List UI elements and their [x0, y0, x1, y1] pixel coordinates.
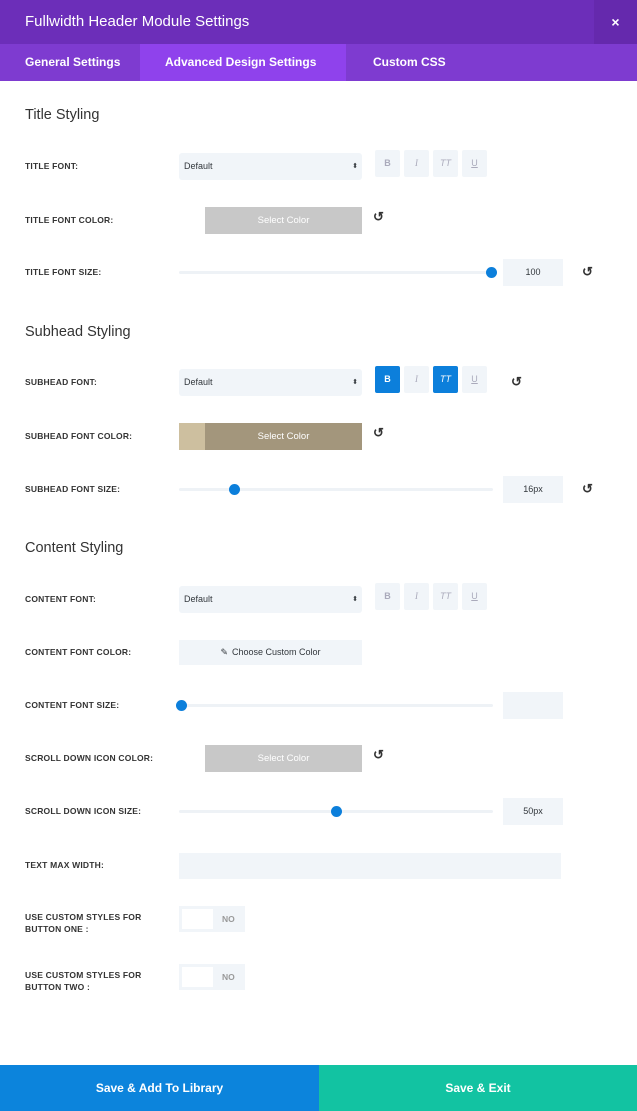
select-value: Default: [184, 586, 362, 613]
underline-toggle-button[interactable]: U: [462, 583, 487, 610]
subhead-size-label: SUBHEAD FONT SIZE:: [25, 483, 120, 495]
reset-icon[interactable]: ↺: [511, 374, 522, 390]
content-size-slider[interactable]: [179, 704, 493, 707]
modal-header: Fullwidth Header Module Settings ×: [0, 0, 637, 44]
button-two-custom-styles-toggle[interactable]: NO: [179, 964, 245, 990]
save-exit-button[interactable]: Save & Exit: [319, 1065, 637, 1111]
title-size-input[interactable]: 100: [503, 259, 563, 286]
tab-custom-css[interactable]: Custom CSS: [348, 44, 471, 81]
choose-custom-color-label: Choose Custom Color: [232, 647, 321, 657]
button-two-label: USE CUSTOM STYLES FOR BUTTON TWO :: [25, 969, 155, 993]
title-color-label: TITLE FONT COLOR:: [25, 214, 113, 226]
subhead-font-label: SUBHEAD FONT:: [25, 376, 97, 388]
section-subhead-styling: Subhead Styling: [25, 324, 131, 340]
title-size-slider[interactable]: [179, 271, 493, 274]
reset-icon[interactable]: ↺: [373, 425, 384, 441]
select-arrows-icon: ⬍: [352, 586, 358, 613]
tab-bar: General Settings Advanced Design Setting…: [0, 44, 637, 81]
caps-toggle-button[interactable]: TT: [433, 150, 458, 177]
scroll-color-label: SCROLL DOWN ICON COLOR:: [25, 752, 153, 764]
subhead-size-input[interactable]: 16px: [503, 476, 563, 503]
content-size-input[interactable]: [503, 692, 563, 719]
toggle-knob: [182, 967, 213, 987]
button-one-custom-styles-toggle[interactable]: NO: [179, 906, 245, 932]
subhead-color-label: SUBHEAD FONT COLOR:: [25, 430, 132, 442]
content-font-select[interactable]: Default⬍: [179, 586, 362, 613]
title-font-label: TITLE FONT:: [25, 160, 78, 172]
section-title-styling: Title Styling: [25, 107, 99, 123]
subhead-font-select[interactable]: Default⬍: [179, 369, 362, 396]
save-add-to-library-button[interactable]: Save & Add To Library: [0, 1065, 319, 1111]
subhead-size-slider[interactable]: [179, 488, 493, 491]
content-font-label: CONTENT FONT:: [25, 593, 96, 605]
caps-toggle-button[interactable]: TT: [433, 583, 458, 610]
color-swatch: [179, 423, 205, 450]
bold-toggle-button[interactable]: B: [375, 366, 400, 393]
reset-icon[interactable]: ↺: [373, 747, 384, 763]
subhead-select-color-button[interactable]: Select Color: [205, 423, 362, 450]
text-max-width-input[interactable]: [179, 853, 561, 879]
toggle-knob: [182, 909, 213, 929]
toggle-value: NO: [222, 964, 235, 990]
select-value: Default: [184, 369, 362, 396]
eyedropper-icon: ✎: [220, 647, 228, 657]
italic-toggle-button[interactable]: I: [404, 583, 429, 610]
italic-toggle-button[interactable]: I: [404, 366, 429, 393]
scroll-slider-thumb[interactable]: [331, 806, 342, 817]
content-color-label: CONTENT FONT COLOR:: [25, 646, 131, 658]
content-slider-thumb[interactable]: [176, 700, 187, 711]
select-arrows-icon: ⬍: [352, 153, 358, 180]
modal-title: Fullwidth Header Module Settings: [25, 13, 249, 30]
button-one-label: USE CUSTOM STYLES FOR BUTTON ONE :: [25, 911, 155, 935]
scroll-size-input[interactable]: 50px: [503, 798, 563, 825]
text-max-width-label: TEXT MAX WIDTH:: [25, 859, 104, 871]
subhead-slider-thumb[interactable]: [229, 484, 240, 495]
italic-toggle-button[interactable]: I: [404, 150, 429, 177]
reset-icon[interactable]: ↺: [582, 264, 593, 280]
reset-icon[interactable]: ↺: [582, 481, 593, 497]
reset-icon[interactable]: ↺: [373, 209, 384, 225]
scroll-select-color-button[interactable]: Select Color: [205, 745, 362, 772]
close-button[interactable]: ×: [594, 0, 637, 44]
bold-toggle-button[interactable]: B: [375, 583, 400, 610]
scroll-size-slider[interactable]: [179, 810, 493, 813]
bold-toggle-button[interactable]: B: [375, 150, 400, 177]
title-select-color-button[interactable]: Select Color: [205, 207, 362, 234]
choose-custom-color-button[interactable]: ✎ Choose Custom Color: [179, 640, 362, 665]
select-value: Default: [184, 153, 362, 180]
tab-advanced-design-settings[interactable]: Advanced Design Settings ↺: [140, 44, 346, 81]
title-slider-thumb[interactable]: [486, 267, 497, 278]
title-size-label: TITLE FONT SIZE:: [25, 266, 101, 278]
section-content-styling: Content Styling: [25, 540, 123, 556]
underline-toggle-button[interactable]: U: [462, 366, 487, 393]
content-size-label: CONTENT FONT SIZE:: [25, 699, 119, 711]
title-font-select[interactable]: Default⬍: [179, 153, 362, 180]
caps-toggle-button[interactable]: TT: [433, 366, 458, 393]
toggle-value: NO: [222, 906, 235, 932]
scroll-size-label: SCROLL DOWN ICON SIZE:: [25, 805, 141, 817]
tab-general-settings[interactable]: General Settings: [0, 44, 145, 81]
select-arrows-icon: ⬍: [352, 369, 358, 396]
underline-toggle-button[interactable]: U: [462, 150, 487, 177]
